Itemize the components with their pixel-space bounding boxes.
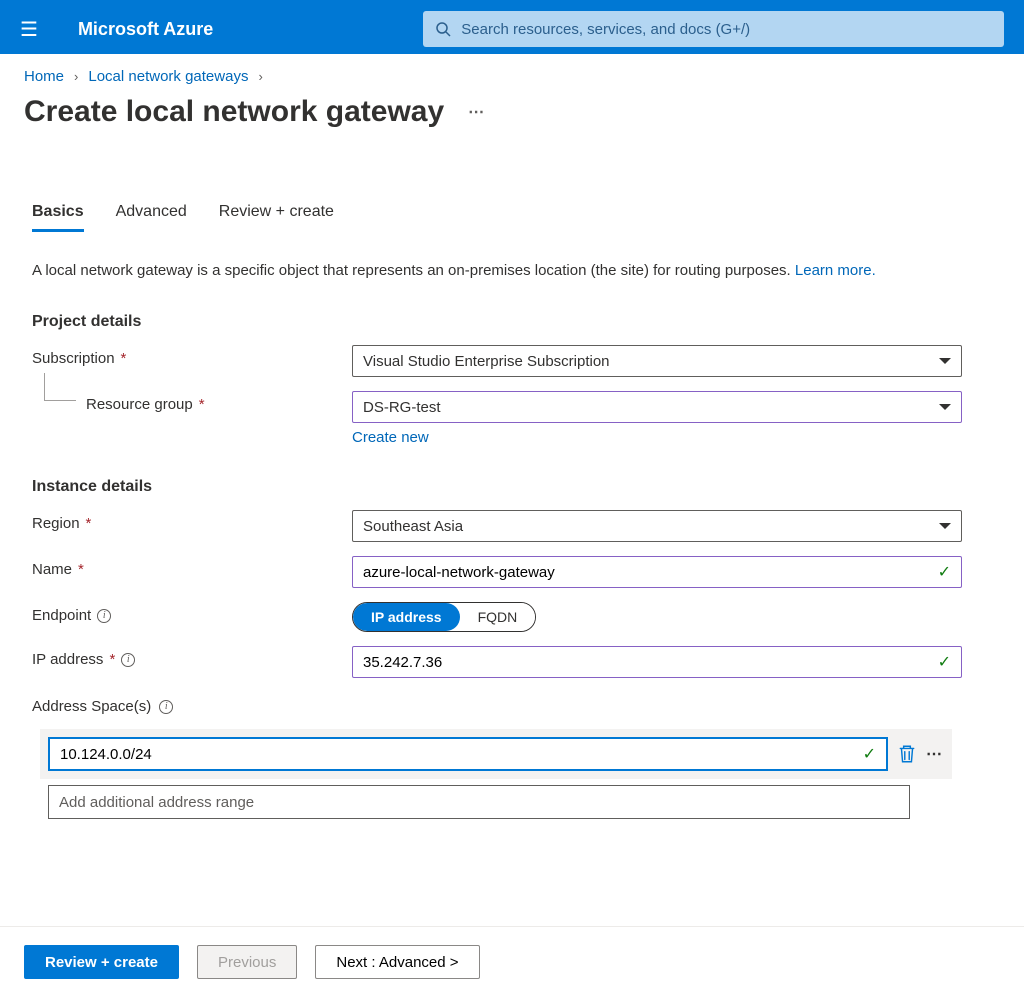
address-range-input[interactable]: ✓ xyxy=(48,737,888,771)
breadcrumb-parent[interactable]: Local network gateways xyxy=(88,68,248,85)
chevron-down-icon xyxy=(939,404,951,410)
label-resource-group: Resource group * xyxy=(32,391,352,413)
label-address-spaces: Address Space(s) i xyxy=(32,698,1000,715)
trash-icon[interactable] xyxy=(898,744,916,764)
label-region: Region * xyxy=(32,510,352,532)
label-subscription: Subscription * xyxy=(32,345,352,367)
address-range-row: ✓ ⋯ xyxy=(40,729,952,779)
page-more-icon[interactable]: ⋯ xyxy=(468,102,486,122)
brand-label: Microsoft Azure xyxy=(78,19,213,40)
address-range-add-input[interactable] xyxy=(48,785,910,819)
tab-advanced[interactable]: Advanced xyxy=(116,203,187,232)
name-input[interactable]: ✓ xyxy=(352,556,962,588)
breadcrumb: Home › Local network gateways › xyxy=(24,68,1000,85)
create-new-link[interactable]: Create new xyxy=(352,429,429,446)
learn-more-link[interactable]: Learn more. xyxy=(795,262,876,279)
check-icon: ✓ xyxy=(863,744,876,764)
region-select[interactable]: Southeast Asia xyxy=(352,510,962,542)
review-create-button[interactable]: Review + create xyxy=(24,945,179,979)
info-icon[interactable]: i xyxy=(97,609,111,623)
global-search[interactable] xyxy=(423,11,1004,47)
tabs: Basics Advanced Review + create xyxy=(24,203,1000,232)
subscription-select[interactable]: Visual Studio Enterprise Subscription xyxy=(352,345,962,377)
tab-basics[interactable]: Basics xyxy=(32,203,84,232)
next-button[interactable]: Next : Advanced > xyxy=(315,945,479,979)
page-title: Create local network gateway xyxy=(24,95,444,129)
endpoint-option-ip[interactable]: IP address xyxy=(353,603,460,631)
label-name: Name * xyxy=(32,556,352,578)
chevron-down-icon xyxy=(939,523,951,529)
description: A local network gateway is a specific ob… xyxy=(24,260,1000,281)
label-endpoint: Endpoint i xyxy=(32,602,352,624)
tab-review[interactable]: Review + create xyxy=(219,203,334,232)
previous-button: Previous xyxy=(197,945,297,979)
chevron-right-icon: › xyxy=(74,69,78,84)
footer: Review + create Previous Next : Advanced… xyxy=(0,926,1024,997)
endpoint-option-fqdn[interactable]: FQDN xyxy=(460,603,536,631)
label-ip-address: IP address * i xyxy=(32,646,352,668)
more-icon[interactable]: ⋯ xyxy=(926,744,944,764)
info-icon[interactable]: i xyxy=(159,700,173,714)
check-icon: ✓ xyxy=(938,652,951,672)
hamburger-menu-icon[interactable]: ☰ xyxy=(12,9,46,50)
section-project-details: Project details xyxy=(24,313,1000,331)
chevron-down-icon xyxy=(939,358,951,364)
search-icon xyxy=(435,21,451,37)
check-icon: ✓ xyxy=(938,562,951,582)
endpoint-toggle: IP address FQDN xyxy=(352,602,536,632)
azure-header: ☰ Microsoft Azure xyxy=(0,4,1024,54)
resource-group-select[interactable]: DS-RG-test xyxy=(352,391,962,423)
section-instance-details: Instance details xyxy=(24,478,1000,496)
ip-address-input[interactable]: ✓ xyxy=(352,646,962,678)
chevron-right-icon: › xyxy=(258,69,262,84)
info-icon[interactable]: i xyxy=(121,653,135,667)
breadcrumb-home[interactable]: Home xyxy=(24,68,64,85)
search-input[interactable] xyxy=(461,21,992,38)
